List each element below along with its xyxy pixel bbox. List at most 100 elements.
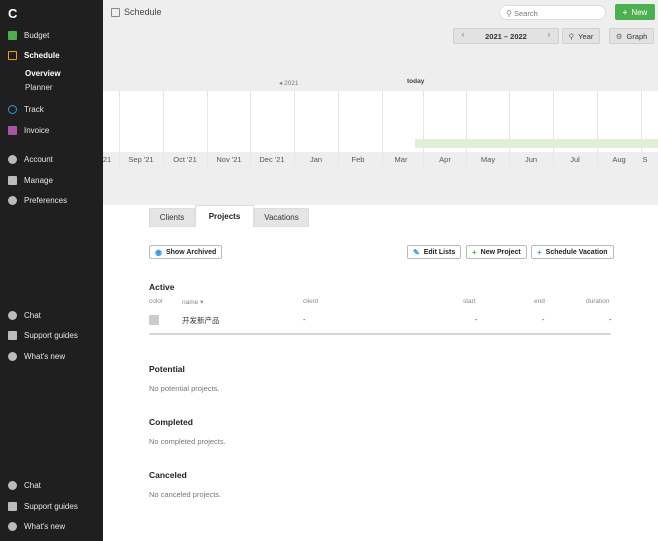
month-label: Dec '21: [259, 155, 285, 164]
year-marker: ◂ 2021: [279, 80, 299, 87]
month-label: Jul: [570, 155, 580, 164]
potential-empty: No potential projects.: [149, 384, 220, 393]
eye-icon: ◉: [155, 247, 162, 257]
nav-budget-label: Budget: [24, 30, 50, 40]
project-start: -: [475, 315, 478, 324]
project-end: -: [542, 315, 545, 324]
nav-manage[interactable]: Manage: [0, 172, 103, 188]
month-label: May: [480, 155, 496, 164]
nav-invoice-label: Invoice: [24, 125, 50, 135]
col-color: color: [149, 298, 164, 305]
nav-track[interactable]: Track: [0, 101, 103, 117]
table-divider: [149, 333, 611, 335]
month-label: Jun: [524, 155, 538, 164]
plus-icon: +: [472, 247, 477, 257]
show-archived-label: Show Archived: [165, 248, 217, 256]
app-logo[interactable]: C: [8, 7, 20, 20]
sidebar: C Budget Schedule Overview Planner Track…: [0, 0, 103, 541]
search-icon: ⚲: [506, 9, 512, 18]
schedule-icon: [8, 50, 17, 60]
chat-icon: [8, 480, 17, 490]
project-client: -: [303, 315, 306, 324]
budget-icon: [8, 30, 17, 40]
search-input[interactable]: [514, 7, 602, 19]
chevron-right-icon[interactable]: ›: [542, 30, 556, 42]
nav-support-label: Support guides: [24, 501, 78, 511]
project-duration: -: [609, 315, 612, 324]
year-marker-label: 2021: [284, 80, 299, 87]
top-bar: Schedule ⚲ + New: [103, 0, 658, 25]
nav-schedule[interactable]: Schedule: [0, 47, 103, 63]
edit-lists-button[interactable]: ✎ Edit Lists: [407, 245, 462, 259]
list-icon: [8, 175, 17, 185]
nav-chat-label: Chat: [24, 480, 41, 490]
month-label: Mar: [394, 155, 408, 164]
nav-support-lower[interactable]: Support guides: [0, 498, 103, 514]
gear-icon: [8, 195, 17, 205]
nav-planner[interactable]: Planner: [25, 83, 53, 92]
year-range: 2021 – 2022: [485, 32, 527, 41]
month-label: S: [642, 155, 648, 164]
col-start[interactable]: start: [463, 298, 476, 305]
month-label: Feb: [351, 155, 365, 164]
edit-lists-label: Edit Lists: [423, 248, 456, 256]
nav-preferences[interactable]: Preferences: [0, 192, 103, 208]
plus-icon: +: [537, 247, 542, 257]
month-label: Nov '21: [216, 155, 242, 164]
col-end[interactable]: end: [534, 298, 545, 305]
nav-chat-upper[interactable]: Chat: [0, 307, 103, 323]
zoom-icon: ⚲: [568, 31, 575, 41]
chevron-left-icon[interactable]: ‹: [456, 30, 470, 42]
track-icon: [8, 104, 17, 114]
nav-whatsnew-lower[interactable]: What's new: [0, 518, 103, 534]
nav-chat-lower[interactable]: Chat: [0, 477, 103, 493]
month-label: Jan: [309, 155, 323, 164]
pencil-icon: ✎: [413, 247, 420, 257]
nav-overview[interactable]: Overview: [25, 69, 61, 78]
nav-chat-label: Chat: [24, 310, 41, 320]
year-button[interactable]: ⚲ Year: [562, 28, 600, 44]
nav-invoice[interactable]: Invoice: [0, 122, 103, 138]
nav-budget[interactable]: Budget: [0, 27, 103, 43]
col-client[interactable]: client: [303, 298, 318, 305]
month-label: Oct '21: [173, 155, 197, 164]
graph-button-label: Graph: [626, 31, 648, 41]
book-icon: [8, 501, 17, 511]
book-icon: [8, 330, 17, 340]
tab-projects[interactable]: Projects: [195, 205, 254, 227]
info-icon: [8, 351, 17, 361]
graph-button[interactable]: ⚙ Graph: [609, 28, 654, 44]
timeline: ‹ 2021 – 2022 › ⚲ Year ⚙ Graph ◂ 2021 to…: [103, 25, 658, 205]
nav-whatsnew-upper[interactable]: What's new: [0, 348, 103, 364]
month-label: Apr: [439, 155, 451, 164]
schedule-bar[interactable]: [415, 139, 658, 148]
chat-icon: [8, 310, 17, 320]
month-label: Sep '21: [128, 155, 154, 164]
invoice-icon: [8, 125, 17, 135]
schedule-vacation-label: Schedule Vacation: [545, 248, 608, 256]
year-navigator: ‹ 2021 – 2022 ›: [453, 28, 559, 44]
tab-clients[interactable]: Clients: [149, 208, 195, 227]
completed-title: Completed: [149, 417, 193, 427]
nav-preferences-label: Preferences: [24, 195, 68, 205]
new-button[interactable]: + New: [615, 4, 655, 20]
schedule-vacation-button[interactable]: + Schedule Vacation: [531, 245, 614, 259]
search-box[interactable]: ⚲: [499, 5, 606, 20]
plus-icon: +: [622, 7, 628, 17]
new-project-label: New Project: [480, 248, 521, 256]
nav-account-label: Account: [24, 154, 53, 164]
nav-support-upper[interactable]: Support guides: [0, 327, 103, 343]
project-name[interactable]: 开发新产品: [182, 315, 220, 326]
col-duration[interactable]: duration: [586, 298, 610, 305]
col-name[interactable]: name ▾: [182, 298, 203, 306]
potential-title: Potential: [149, 364, 185, 374]
new-project-button[interactable]: + New Project: [466, 245, 527, 259]
year-button-label: Year: [578, 31, 594, 41]
canceled-title: Canceled: [149, 470, 187, 480]
tab-vacations[interactable]: Vacations: [254, 208, 309, 227]
active-title: Active: [149, 282, 175, 292]
nav-track-label: Track: [24, 104, 44, 114]
calendar-icon: [111, 8, 120, 17]
show-archived-button[interactable]: ◉ Show Archived: [149, 245, 223, 259]
nav-whatsnew-label: What's new: [24, 521, 66, 531]
